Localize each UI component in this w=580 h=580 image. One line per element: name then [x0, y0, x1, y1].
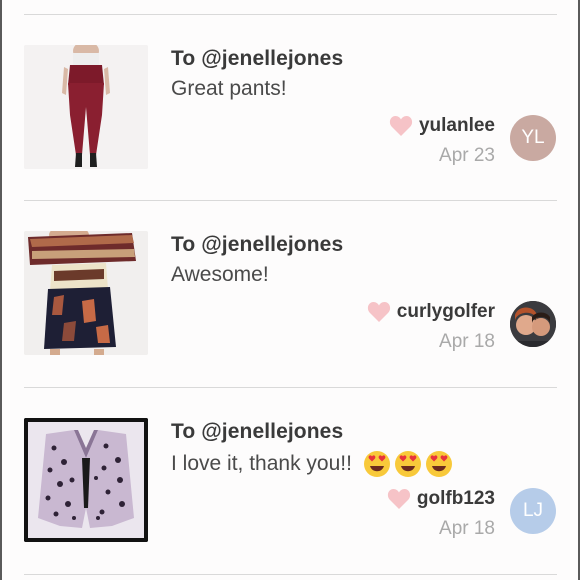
note-message: I love it, thank you!! — [171, 450, 453, 478]
divider — [24, 574, 557, 575]
avatar[interactable]: LJ — [510, 488, 556, 534]
author-username[interactable]: curlygolfer — [397, 301, 495, 323]
user-photo — [510, 301, 556, 347]
avatar[interactable]: YL — [510, 115, 556, 161]
recipient-label: To @jenellejones — [171, 233, 344, 256]
note-date: Apr 23 — [439, 145, 495, 166]
listing-thumbnail[interactable] — [24, 45, 148, 169]
heart-eyes-emoji-icon — [425, 451, 452, 477]
note-message-text: Great pants! — [171, 77, 287, 100]
heart-icon — [367, 302, 390, 322]
heart-eyes-emoji-icon — [363, 451, 390, 477]
note-author[interactable]: curlygolfer — [367, 301, 495, 323]
note-message-text: Awesome! — [171, 263, 269, 286]
love-note-item: To @jenellejones I love it, thank you!! — [0, 387, 580, 573]
note-author[interactable]: golfb123 — [387, 488, 495, 510]
listing-thumbnail[interactable] — [24, 231, 148, 355]
note-message-text: I love it, thank you!! — [171, 452, 352, 475]
emoji-group — [363, 450, 453, 478]
heart-icon — [387, 489, 410, 509]
heart-eyes-emoji-icon — [394, 451, 421, 477]
note-date: Apr 18 — [439, 518, 495, 539]
avatar-initials: YL — [521, 127, 545, 148]
recipient-label: To @jenellejones — [171, 420, 344, 443]
note-message: Great pants! — [171, 77, 287, 101]
note-author[interactable]: yulanlee — [389, 115, 495, 137]
love-note-item: To @jenellejones Awesome! curlygolfer Ap… — [0, 200, 580, 386]
author-username[interactable]: golfb123 — [417, 488, 495, 510]
author-username[interactable]: yulanlee — [419, 115, 495, 137]
heart-icon — [389, 116, 413, 136]
avatar-initials: LJ — [522, 500, 544, 521]
note-message: Awesome! — [171, 263, 269, 287]
avatar-photo[interactable] — [510, 301, 556, 347]
note-date: Apr 18 — [439, 331, 495, 352]
listing-thumbnail[interactable] — [24, 418, 148, 542]
recipient-label: To @jenellejones — [171, 47, 344, 70]
love-note-item: To @jenellejones Great pants! yulanlee A… — [0, 14, 580, 200]
